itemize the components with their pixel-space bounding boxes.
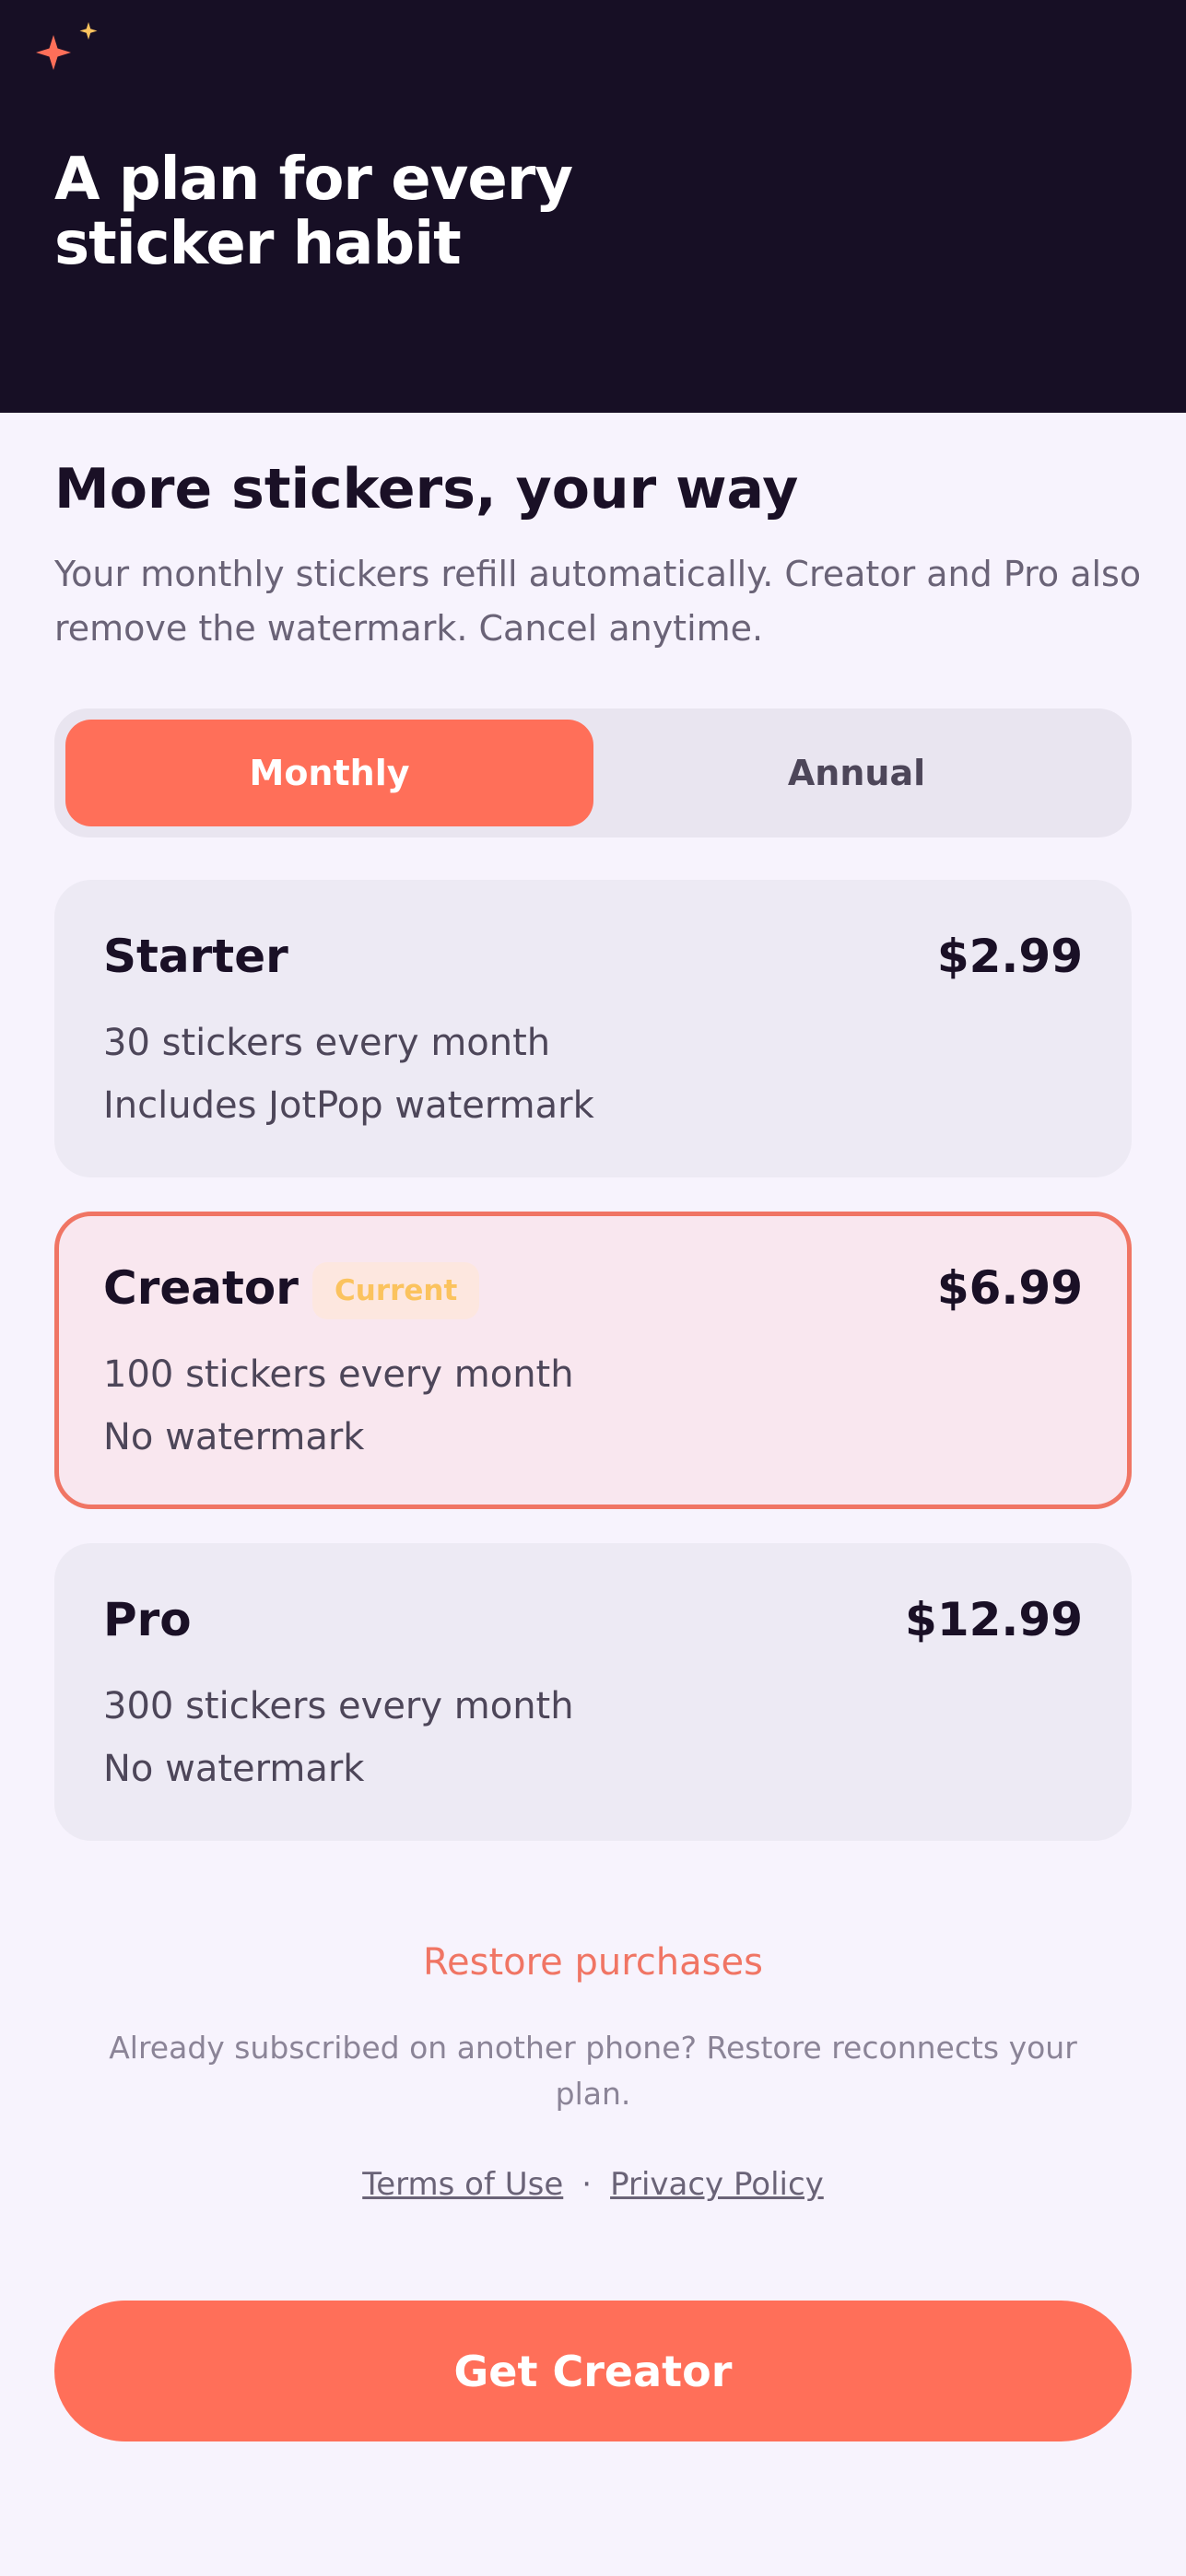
billing-period-toggle: Monthly Annual — [54, 708, 1132, 837]
plan-name: Starter — [103, 930, 288, 983]
restore-note: Already subscribed on another phone? Res… — [109, 2030, 1077, 2112]
annual-tab[interactable]: Annual — [593, 720, 1121, 826]
plan-price: $2.99 — [936, 930, 1083, 983]
plan-name: Creator — [103, 1261, 299, 1315]
plan-card-starter[interactable]: Starter $2.99 30 stickers every month In… — [54, 880, 1132, 1177]
plan-watermark-note: Includes JotPop watermark — [103, 1084, 594, 1127]
legal-links: Terms of Use · Privacy Policy — [0, 2160, 1186, 2209]
hero-header: A plan for every sticker habit — [0, 0, 1186, 413]
plan-sticker-allowance: 300 stickers every month — [103, 1685, 574, 1727]
get-creator-button[interactable]: Get Creator — [54, 2301, 1132, 2441]
hero-title: A plan for every sticker habit — [54, 146, 573, 278]
plan-watermark-note: No watermark — [103, 1416, 365, 1458]
legal-separator: · — [581, 2166, 593, 2203]
plan-name: Pro — [103, 1593, 192, 1646]
plan-price: $6.99 — [936, 1261, 1083, 1315]
page-headline: More stickers, your way — [54, 457, 799, 521]
plan-watermark-note: No watermark — [103, 1748, 365, 1790]
plan-sticker-allowance: 30 stickers every month — [103, 1022, 551, 1064]
terms-of-use-link[interactable]: Terms of Use — [362, 2160, 563, 2209]
plan-card-creator[interactable]: Creator Current $6.99 100 stickers every… — [54, 1212, 1132, 1509]
sparkles-icon — [36, 22, 98, 70]
plan-price: $12.99 — [905, 1593, 1083, 1646]
monthly-tab[interactable]: Monthly — [65, 720, 593, 826]
plan-sticker-allowance: 100 stickers every month — [103, 1353, 574, 1396]
plan-card-pro[interactable]: Pro $12.99 300 stickers every month No w… — [54, 1543, 1132, 1841]
privacy-policy-link[interactable]: Privacy Policy — [610, 2160, 824, 2209]
page-subcopy: Your monthly stickers refill automatical… — [54, 554, 1142, 649]
current-plan-badge: Current — [312, 1262, 480, 1319]
restore-purchases-link[interactable]: Restore purchases — [0, 1935, 1186, 1990]
